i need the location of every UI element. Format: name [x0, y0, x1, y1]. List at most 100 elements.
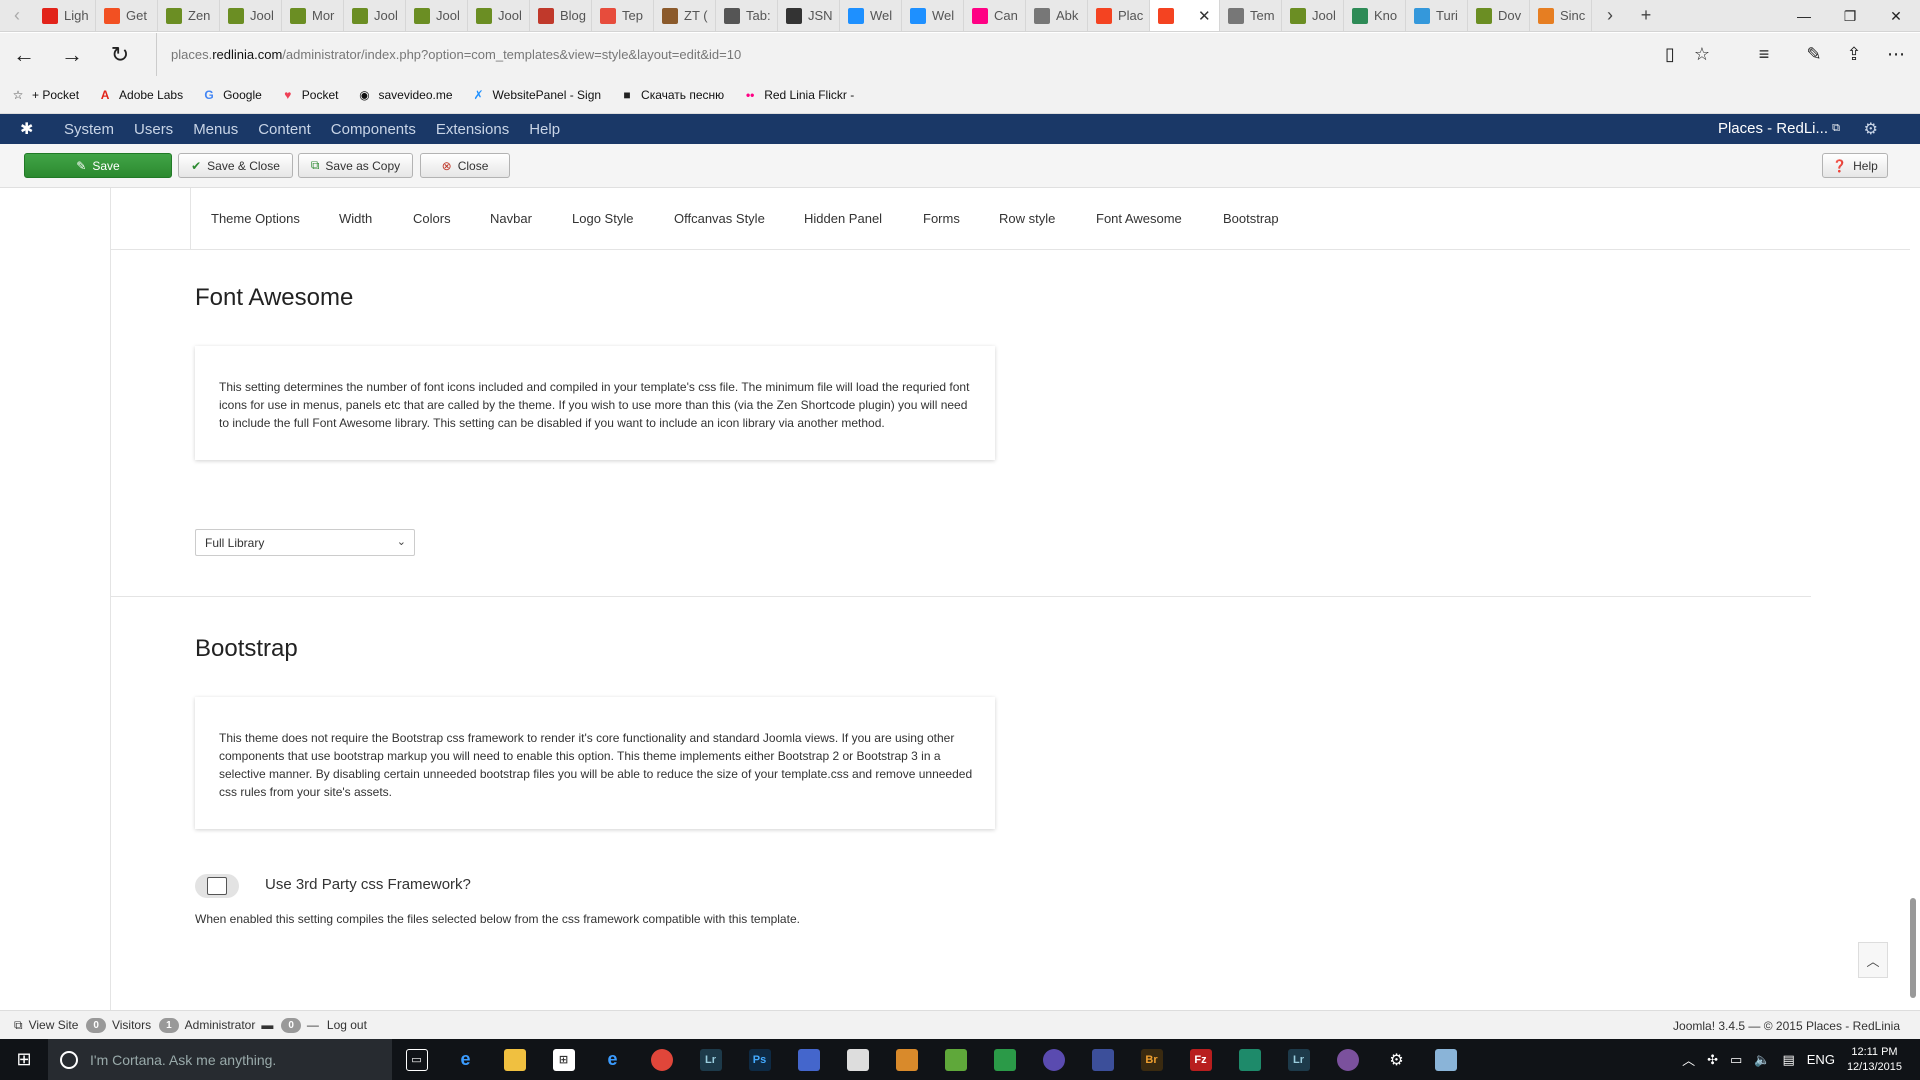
browser-tab[interactable]: Sinc [1530, 0, 1592, 31]
favorite-link[interactable]: ■ Скачать песню [619, 87, 724, 103]
app-icon[interactable] [784, 1039, 833, 1080]
browser-tab[interactable]: Kno [1344, 0, 1406, 31]
browser-tab[interactable]: Blog [530, 0, 592, 31]
tab-scroll-right-icon[interactable]: › [1592, 0, 1628, 31]
new-tab-icon[interactable]: + [1628, 0, 1664, 31]
browser-tab[interactable]: Abk [1026, 0, 1088, 31]
browser-tab[interactable]: Tep [592, 0, 654, 31]
url-field[interactable]: places. redlinia.com/administrator/index.… [156, 33, 1636, 76]
favorite-link[interactable]: ♥ Pocket [280, 87, 338, 103]
tab-offcanvas-style[interactable]: Offcanvas Style [674, 211, 765, 226]
favorite-link[interactable]: ✗ WebsitePanel - Sign [471, 87, 602, 103]
browser-tab[interactable]: Zen [158, 0, 220, 31]
gear-icon[interactable]: ⚙ [1864, 119, 1878, 139]
lightroom-icon[interactable]: Lr [686, 1039, 735, 1080]
language-indicator[interactable]: ENG [1807, 1052, 1835, 1067]
joomla-menu-menus[interactable]: Menus [193, 121, 238, 138]
browser-tab[interactable]: Mor [282, 0, 344, 31]
app-icon[interactable] [1078, 1039, 1127, 1080]
app-icon[interactable] [1029, 1039, 1078, 1080]
messages-status[interactable]: 0— [281, 1017, 319, 1033]
save-button[interactable]: ✎ Save [24, 153, 172, 178]
browser-tab[interactable]: Wel [840, 0, 902, 31]
close-button[interactable]: ⊗ Close [420, 153, 510, 178]
task-view-icon[interactable]: ▭ [392, 1039, 441, 1080]
refresh-icon[interactable]: ↻ [96, 33, 144, 76]
browser-tab[interactable]: Jool [220, 0, 282, 31]
joomla-menu-components[interactable]: Components [331, 121, 416, 138]
favorite-link[interactable]: ◉ savevideo.me [356, 87, 452, 103]
browser-tab[interactable]: Can [964, 0, 1026, 31]
help-button[interactable]: ❓ Help [1822, 153, 1888, 178]
volume-icon[interactable]: 🔈 [1754, 1052, 1770, 1068]
font-library-select[interactable]: Full Library ⌄ [195, 529, 415, 556]
browser-tab[interactable]: Dov [1468, 0, 1530, 31]
joomla-menu-users[interactable]: Users [134, 121, 173, 138]
browser-tab[interactable]: Tem [1220, 0, 1282, 31]
edge-icon[interactable]: e [441, 1039, 490, 1080]
logout-link[interactable]: Log out [327, 1018, 367, 1032]
windows-start-icon[interactable]: ⊞ [0, 1039, 48, 1080]
app-icon[interactable] [980, 1039, 1029, 1080]
notification-icon[interactable]: ▤ [1782, 1052, 1794, 1068]
joomla-menu-system[interactable]: System [64, 121, 114, 138]
app-icon[interactable] [882, 1039, 931, 1080]
browser-tab[interactable]: Ligh [34, 0, 96, 31]
favorite-link[interactable]: G Google [201, 87, 261, 103]
favorite-link[interactable]: •• Red Linia Flickr - [742, 87, 854, 103]
cortana-search-box[interactable]: I'm Cortana. Ask me anything. [48, 1039, 392, 1080]
settings-icon[interactable]: ⚙ [1372, 1039, 1421, 1080]
favorite-star-icon[interactable]: ☆ [1680, 33, 1724, 76]
tab-logo-style[interactable]: Logo Style [572, 211, 633, 226]
tab-theme-options[interactable]: Theme Options [211, 211, 300, 226]
bridge-icon[interactable]: Br [1127, 1039, 1176, 1080]
battery-icon[interactable]: ▭ [1730, 1052, 1742, 1068]
lightroom-icon[interactable]: Lr [1274, 1039, 1323, 1080]
forward-icon[interactable]: → [48, 33, 96, 76]
site-title-link[interactable]: Places - RedLi... [1718, 120, 1828, 137]
browser-tab[interactable]: ZT ( [654, 0, 716, 31]
view-site-link[interactable]: ⧉ View Site [14, 1018, 78, 1033]
tab-close-icon[interactable]: ✕ [1198, 7, 1211, 25]
favorite-link[interactable]: A Adobe Labs [97, 87, 183, 103]
browser-tab[interactable]: ✕ [1150, 0, 1220, 31]
chevron-up-icon[interactable]: ︿ [1682, 1050, 1695, 1069]
store-icon[interactable]: ⊞ [539, 1039, 588, 1080]
browser-tab[interactable]: Jool [468, 0, 530, 31]
chrome-icon[interactable] [637, 1039, 686, 1080]
tab-bootstrap[interactable]: Bootstrap [1223, 211, 1279, 226]
third-party-css-toggle[interactable] [195, 874, 239, 898]
photoshop-icon[interactable]: Ps [735, 1039, 784, 1080]
clock[interactable]: 12:11 PM 12/13/2015 [1847, 1045, 1902, 1075]
browser-tab[interactable]: Wel [902, 0, 964, 31]
save-as-copy-button[interactable]: ⧉ Save as Copy [298, 153, 413, 178]
scroll-to-top-button[interactable]: ︿ [1858, 942, 1888, 978]
browser-tab[interactable]: Jool [1282, 0, 1344, 31]
save-and-close-button[interactable]: ✔ Save & Close [178, 153, 293, 178]
app-icon[interactable] [833, 1039, 882, 1080]
viber-icon[interactable] [1323, 1039, 1372, 1080]
tab-width[interactable]: Width [339, 211, 372, 226]
tab-row-style[interactable]: Row style [999, 211, 1055, 226]
tab-colors[interactable]: Colors [413, 211, 451, 226]
app-icon[interactable] [931, 1039, 980, 1080]
tab-hidden-panel[interactable]: Hidden Panel [804, 211, 882, 226]
tab-navbar[interactable]: Navbar [490, 211, 532, 226]
app-icon[interactable] [1421, 1039, 1470, 1080]
web-note-icon[interactable]: ✎ [1792, 33, 1836, 76]
tab-forms[interactable]: Forms [923, 211, 960, 226]
favorite-link[interactable]: ☆ + Pocket [10, 87, 79, 103]
file-explorer-icon[interactable] [490, 1039, 539, 1080]
tab-font-awesome[interactable]: Font Awesome [1096, 211, 1182, 226]
window-close-icon[interactable]: ✕ [1866, 0, 1920, 32]
hub-icon[interactable]: ≡ [1742, 33, 1786, 76]
joomla-menu-extensions[interactable]: Extensions [436, 121, 509, 138]
browser-tab[interactable]: Turi [1406, 0, 1468, 31]
joomla-menu-content[interactable]: Content [258, 121, 311, 138]
browser-tab[interactable]: Jool [344, 0, 406, 31]
browser-tab[interactable]: Jool [406, 0, 468, 31]
app-icon[interactable] [1225, 1039, 1274, 1080]
browser-tab[interactable]: JSN [778, 0, 840, 31]
filezilla-icon[interactable]: Fz [1176, 1039, 1225, 1080]
ie-icon[interactable]: e [588, 1039, 637, 1080]
